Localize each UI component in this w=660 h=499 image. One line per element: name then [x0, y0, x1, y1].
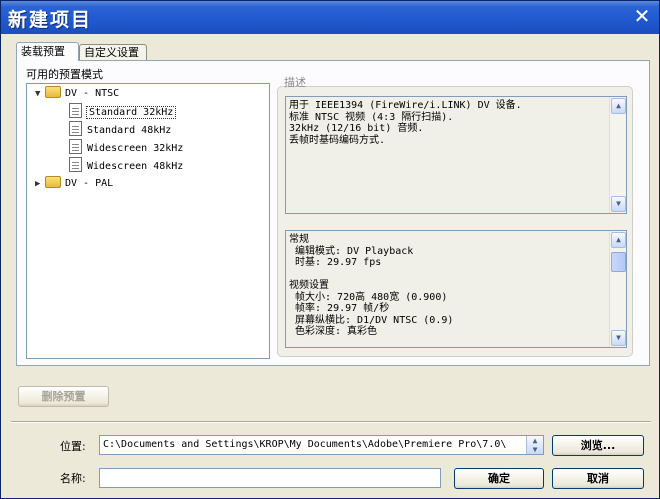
details-text: 常规 编辑模式: DV Playback 时基: 29.97 fps 视频设置 … — [289, 234, 454, 337]
chevron-down-icon[interactable]: ▲ ▼ — [526, 436, 543, 454]
location-label: 位置: — [60, 440, 86, 453]
preset-tree[interactable]: ▼ DV - NTSC Standard 32kHz Standard 48kHz… — [26, 83, 270, 359]
scroll-down-icon[interactable]: ▼ — [611, 330, 626, 346]
details-box[interactable]: 常规 编辑模式: DV Playback 时基: 29.97 fps 视频设置 … — [285, 230, 627, 348]
preset-file-icon — [69, 121, 82, 136]
tree-folder-label: DV - NTSC — [65, 88, 120, 99]
cancel-button[interactable]: 取消 — [552, 468, 644, 489]
tree-item-label: Standard 32kHz — [85, 106, 177, 119]
tree-expand-icon[interactable]: ▼ — [35, 85, 45, 103]
preset-file-icon — [69, 103, 82, 118]
separator — [11, 421, 651, 423]
tree-item-widescreen-32khz[interactable]: Widescreen 32kHz — [69, 139, 183, 157]
tree-folder-label: DV - PAL — [65, 178, 114, 189]
description-label: 描述 — [284, 76, 306, 89]
folder-icon — [45, 86, 61, 98]
tree-expand-icon[interactable]: ▶ — [35, 175, 45, 193]
folder-icon — [45, 176, 61, 188]
location-value: C:\Documents and Settings\KROP\My Docume… — [103, 439, 507, 450]
tree-item-widescreen-48khz[interactable]: Widescreen 48kHz — [69, 157, 183, 175]
close-icon[interactable]: ✕ — [631, 6, 653, 28]
description-box[interactable]: 用于 IEEE1394 (FireWire/i.LINK) DV 设备. 标准 … — [285, 96, 627, 214]
tab-load-preset[interactable]: 装载预置 — [16, 42, 79, 61]
ok-button[interactable]: 确定 — [454, 468, 544, 489]
scroll-down-icon[interactable]: ▼ — [611, 196, 626, 212]
scroll-thumb[interactable] — [611, 252, 626, 272]
tree-folder-dv-pal[interactable]: ▶ DV - PAL — [35, 175, 113, 193]
new-project-dialog: 新建项目 ✕ 装载预置 自定义设置 可用的预置模式 ▼ DV - NTSC Sta… — [0, 0, 660, 499]
location-combobox[interactable]: C:\Documents and Settings\KROP\My Docume… — [99, 435, 544, 455]
tree-item-label: Widescreen 48kHz — [87, 161, 184, 172]
name-label: 名称: — [60, 472, 86, 485]
description-scrollbar[interactable]: ▲ ▼ — [609, 97, 626, 213]
name-input[interactable] — [99, 468, 441, 488]
browse-button[interactable]: 浏览... — [552, 435, 644, 456]
window-title: 新建项目 — [8, 9, 93, 31]
preset-file-icon — [69, 157, 82, 172]
description-text: 用于 IEEE1394 (FireWire/i.LINK) DV 设备. 标准 … — [289, 100, 522, 146]
preset-file-icon — [69, 139, 82, 154]
tree-folder-dv-ntsc[interactable]: ▼ DV - NTSC — [35, 85, 119, 103]
title-bar: 新建项目 ✕ — [1, 1, 659, 34]
delete-preset-button[interactable]: 删除预置 — [18, 386, 109, 407]
tree-item-standard-32khz[interactable]: Standard 32kHz — [69, 103, 177, 121]
available-presets-label: 可用的预置模式 — [26, 68, 103, 81]
scroll-up-icon[interactable]: ▲ — [611, 232, 626, 248]
tree-item-label: Widescreen 32kHz — [87, 143, 184, 154]
tree-item-standard-48khz[interactable]: Standard 48kHz — [69, 121, 171, 139]
tree-item-label: Standard 48kHz — [87, 125, 172, 136]
scroll-up-icon[interactable]: ▲ — [611, 98, 626, 114]
details-scrollbar[interactable]: ▲ ▼ — [609, 231, 626, 347]
tab-custom-settings[interactable]: 自定义设置 — [79, 44, 147, 60]
